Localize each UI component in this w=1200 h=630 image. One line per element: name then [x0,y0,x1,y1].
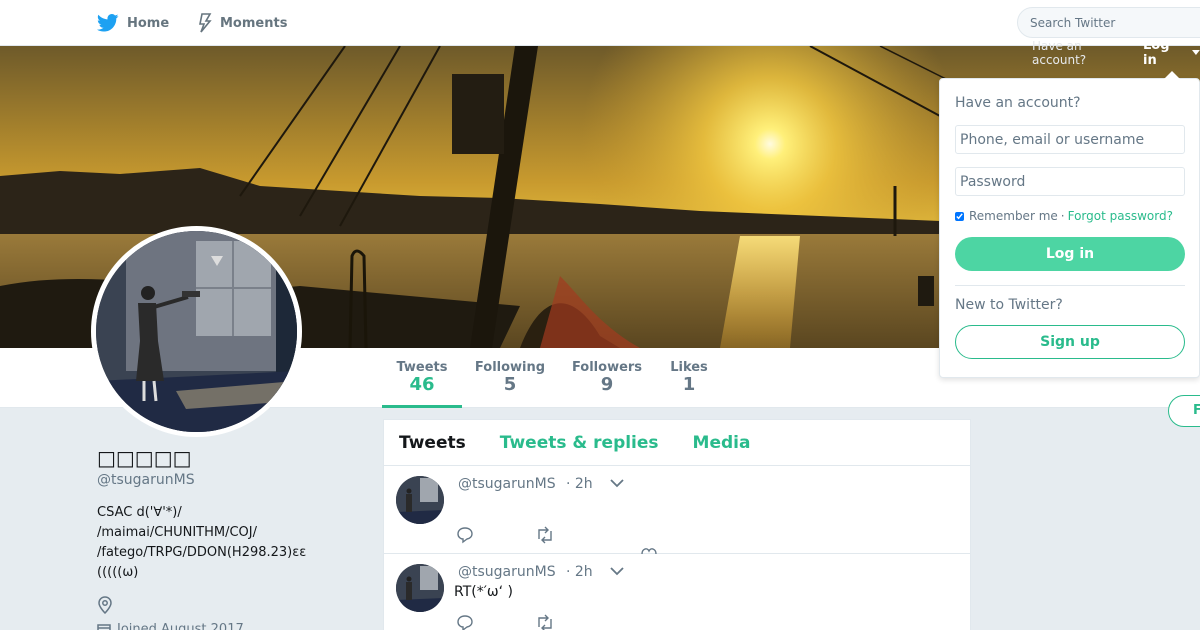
profile-name: □□□□□ [97,446,192,470]
retweet-icon[interactable] [535,614,555,630]
remember-label: Remember me [969,209,1058,223]
stat-likes[interactable]: Likes 1 [666,348,712,408]
caret-down-icon[interactable] [1192,50,1200,56]
tab-media[interactable]: Media [693,433,751,453]
tweet-handle[interactable]: @tsugarunMS [458,476,556,492]
tweet-item[interactable]: @tsugarunMS · 2h [384,466,970,554]
stat-following[interactable]: Following 5 [472,348,548,408]
stat-following-label: Following [474,360,546,375]
profile-handle[interactable]: @tsugarunMS [97,472,195,488]
location-icon [98,596,112,614]
username-input[interactable] [955,125,1185,154]
stat-tweets[interactable]: Tweets 46 [382,348,462,408]
tweet-avatar-image [396,564,444,612]
forgot-password-link[interactable]: Forgot password? [1068,209,1173,223]
nav-home[interactable]: Home [97,0,169,46]
nav-moments-label: Moments [220,15,288,31]
new-to-twitter-label: New to Twitter? [955,297,1063,313]
calendar-icon [97,623,111,630]
profile-avatar[interactable] [91,226,302,437]
tweet-time[interactable]: · 2h [566,476,593,492]
tab-tweets[interactable]: Tweets [399,433,466,453]
dropdown-pointer [1164,71,1180,79]
stat-tweets-value: 46 [409,374,435,395]
login-button[interactable]: Log in [955,237,1185,271]
remember-row: Remember me · Forgot password? [955,209,1173,223]
search-input[interactable] [1017,7,1200,38]
login-title: Have an account? [955,95,1081,111]
avatar-image [96,231,297,432]
top-navigation-bar: Home Moments [0,0,1200,46]
retweet-icon[interactable] [535,526,555,544]
profile-joined: Joined August 2017 [97,622,244,630]
stat-likes-value: 1 [682,374,696,395]
login-divider [955,285,1185,286]
tweet-menu-caret-icon[interactable] [610,478,624,488]
password-input[interactable] [955,167,1185,196]
tweet-time[interactable]: · 2h [566,564,593,580]
timeline-tabs: Tweets Tweets & replies Media [384,420,970,466]
stat-tweets-label: Tweets [396,360,448,375]
follow-button[interactable]: F [1168,395,1200,427]
nav-home-label: Home [127,15,170,31]
timeline: Tweets Tweets & replies Media @tsugarunM… [383,419,971,630]
account-prompt-text: Have an account? [1032,39,1087,67]
signup-button[interactable]: Sign up [955,325,1185,359]
reply-icon[interactable] [456,526,474,544]
tweet-avatar[interactable] [396,476,444,524]
tweet-avatar[interactable] [396,564,444,612]
stat-likes-label: Likes [670,360,708,375]
nav-moments[interactable]: Moments [198,0,287,46]
like-icon[interactable] [640,546,658,554]
stat-followers[interactable]: Followers 9 [570,348,644,408]
stat-following-value: 5 [503,374,517,395]
profile-bio: CSAC d('∀'*)/ /maimai/CHUNITHM/COJ/ /fat… [97,505,307,580]
tweet-menu-caret-icon[interactable] [610,566,624,576]
tab-tweets-replies[interactable]: Tweets & replies [500,433,659,453]
tweet-item[interactable]: @tsugarunMS · 2h RT(*′ω‘ ) [384,554,970,630]
tweet-avatar-image [396,476,444,524]
tweet-text: RT(*′ω‘ ) [454,584,513,600]
remember-checkbox[interactable] [955,211,964,221]
reply-icon[interactable] [456,614,474,630]
login-dropdown-toggle[interactable]: Log in [1143,38,1187,68]
remember-separator: · [1060,209,1065,223]
account-prompt: Have an account? Log in [1032,38,1200,68]
stat-followers-label: Followers [571,360,643,375]
joined-date: Joined August 2017 [117,622,244,630]
login-dropdown: Have an account? Remember me · Forgot pa… [939,71,1200,378]
bird-icon [97,14,119,32]
stat-followers-value: 9 [600,374,614,395]
tweet-handle[interactable]: @tsugarunMS [458,564,556,580]
lightning-icon [199,13,212,33]
